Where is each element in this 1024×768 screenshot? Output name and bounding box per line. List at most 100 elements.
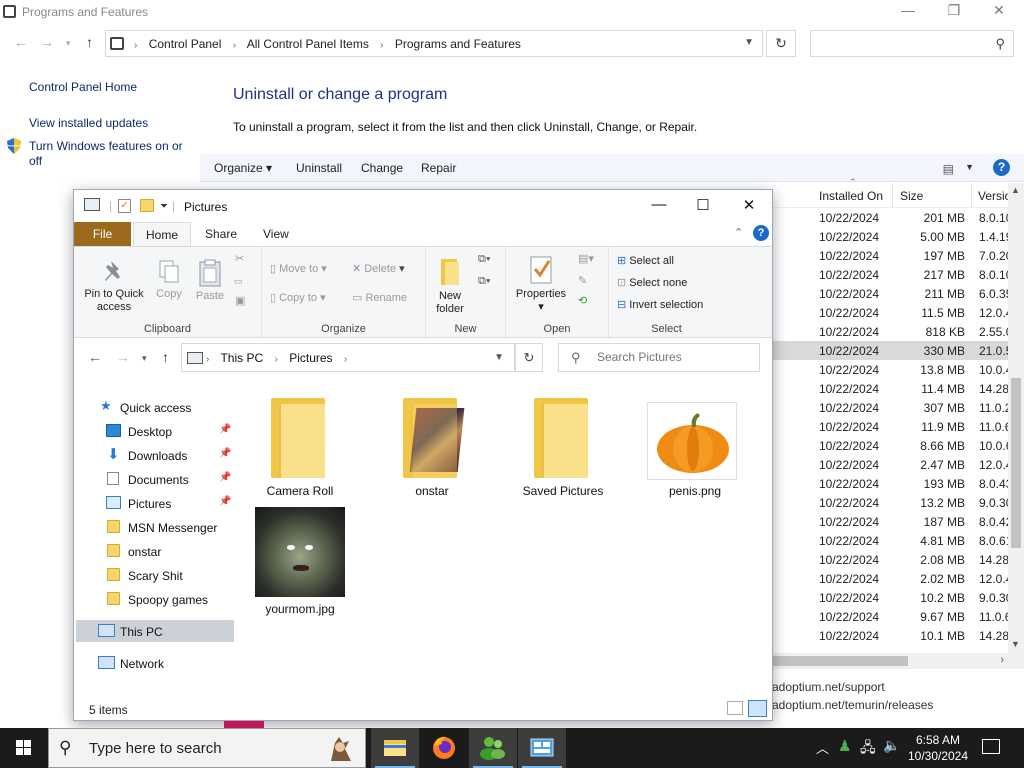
new-folder-quick-icon[interactable]	[140, 199, 154, 212]
column-installed-on[interactable]: Installed On	[819, 189, 883, 203]
breadcrumb-this-pc[interactable]: This PC	[220, 351, 263, 365]
scroll-thumb[interactable]	[772, 656, 908, 666]
copy-button[interactable]: Copy	[152, 259, 186, 301]
edit-icon[interactable]: ✎	[578, 275, 587, 288]
new-folder-button[interactable]: New folder	[430, 257, 470, 316]
table-row[interactable]: 10/22/2024 2.08 MB 14.28	[770, 550, 1010, 569]
table-row[interactable]: 10/22/2024 5.00 MB 1.4.19	[770, 227, 1010, 246]
table-row[interactable]: 10/22/2024 13.2 MB 9.0.30	[770, 493, 1010, 512]
organize-button[interactable]: Organize ▾	[214, 161, 272, 175]
scroll-up-icon[interactable]: ▲	[1011, 185, 1020, 195]
windows-features-link[interactable]: Turn Windows features on or off	[29, 139, 189, 169]
forward-arrow-icon[interactable]: →	[40, 34, 54, 50]
large-icons-view-icon[interactable]	[748, 700, 767, 717]
table-row[interactable]: 10/22/2024 330 MB 21.0.5	[770, 341, 1010, 360]
cut-icon[interactable]: ✂	[235, 253, 244, 266]
show-hidden-icons-icon[interactable]: ︿	[816, 738, 829, 768]
file-item[interactable]: penis.png	[635, 390, 755, 498]
paste-shortcut-icon[interactable]: ▣	[235, 295, 245, 308]
tab-file[interactable]: File	[74, 222, 131, 246]
file-item[interactable]: onstar	[372, 390, 492, 498]
table-row[interactable]: 10/22/2024 4.81 MB 8.0.61	[770, 531, 1010, 550]
pin-icon[interactable]: 📌	[219, 472, 231, 483]
file-explorer-taskbar-button[interactable]	[371, 728, 419, 768]
nav-quick-access[interactable]: ★ Quick access	[74, 396, 232, 418]
select-all-button[interactable]: ⊞ Select all	[617, 255, 674, 268]
control-panel-home-link[interactable]: Control Panel Home	[29, 80, 137, 94]
invert-selection-button[interactable]: ⊟ Invert selection	[617, 299, 703, 312]
address-bar[interactable]: › This PC › Pictures › ▼	[181, 343, 515, 372]
nav-this-pc[interactable]: This PC	[76, 620, 234, 642]
minimize-button[interactable]: —	[894, 2, 922, 22]
chevron-down-icon[interactable]: ▼	[494, 352, 504, 363]
new-item-icon[interactable]: ⧉▾	[478, 253, 490, 266]
paste-button[interactable]: Paste	[192, 259, 228, 303]
control-panel-taskbar-button[interactable]	[518, 728, 566, 768]
details-view-icon[interactable]	[727, 701, 743, 715]
column-size[interactable]: Size	[900, 189, 923, 203]
taskbar-search[interactable]: ⚲ Type here to search	[48, 728, 366, 768]
properties-quick-icon[interactable]: ✓	[118, 199, 131, 213]
pin-icon[interactable]: 📌	[219, 448, 231, 459]
select-none-button[interactable]: ⊡ Select none	[617, 277, 687, 290]
copy-to-button[interactable]: ▯ Copy to ▾	[270, 292, 326, 305]
table-row[interactable]: 10/22/2024 307 MB 11.0.2	[770, 398, 1010, 417]
change-button[interactable]: Change	[361, 161, 403, 175]
table-row[interactable]: 10/22/2024 211 MB 6.0.35	[770, 284, 1010, 303]
table-row[interactable]: 10/22/2024 193 MB 8.0.43	[770, 474, 1010, 493]
table-row[interactable]: 10/22/2024 187 MB 8.0.42	[770, 512, 1010, 531]
tab-share[interactable]: Share	[193, 222, 249, 246]
table-row[interactable]: 10/22/2024 10.2 MB 9.0.30	[770, 588, 1010, 607]
refresh-button[interactable]: ↻	[766, 30, 796, 57]
table-row[interactable]: 10/22/2024 201 MB 8.0.10	[770, 208, 1010, 227]
nav-pictures[interactable]: Pictures 📌	[74, 492, 232, 514]
notification-icon[interactable]	[982, 739, 1000, 754]
volume-icon[interactable]: 🔈	[883, 737, 900, 768]
network-icon[interactable]: 🖧	[860, 737, 876, 768]
history-icon[interactable]: ⟲	[578, 295, 587, 308]
view-options-icon[interactable]: ▤	[943, 162, 954, 176]
start-button[interactable]	[0, 728, 48, 768]
properties-button[interactable]: Properties ▾	[512, 255, 570, 314]
up-arrow-icon[interactable]: ↑	[86, 34, 93, 50]
maximize-button[interactable]: ❐	[940, 2, 968, 22]
table-row[interactable]: 10/22/2024 10.1 MB 14.28	[770, 626, 1010, 645]
help-icon[interactable]: ?	[993, 159, 1010, 176]
address-bar[interactable]: › Control Panel › All Control Panel Item…	[105, 30, 763, 57]
file-item[interactable]: Saved Pictures	[503, 390, 623, 498]
help-icon[interactable]: ?	[753, 225, 769, 241]
vertical-scrollbar[interactable]: ▲ ▼	[1008, 183, 1024, 653]
back-arrow-icon[interactable]: ←	[14, 34, 28, 50]
table-row[interactable]: 10/22/2024 11.4 MB 14.28	[770, 379, 1010, 398]
nav-scary-shit[interactable]: Scary Shit	[74, 564, 232, 586]
nav-onstar[interactable]: onstar	[74, 540, 232, 562]
table-row[interactable]: 10/22/2024 11.5 MB 12.0.4	[770, 303, 1010, 322]
pin-icon[interactable]: 📌	[219, 424, 231, 435]
recent-chevron-icon[interactable]: ▾	[66, 38, 71, 49]
table-row[interactable]: 10/22/2024 217 MB 8.0.10	[770, 265, 1010, 284]
maximize-button[interactable]: ☐	[688, 196, 718, 214]
table-row[interactable]: 10/22/2024 818 KB 2.55.0	[770, 322, 1010, 341]
scroll-thumb[interactable]	[1011, 378, 1021, 548]
refresh-button[interactable]: ↻	[515, 343, 543, 372]
nav-spoopy-games[interactable]: Spoopy games	[74, 588, 232, 610]
minimize-button[interactable]: —	[644, 196, 674, 213]
customize-quick-access-icon[interactable]: ⏷	[160, 201, 168, 212]
search-input[interactable]	[597, 350, 747, 364]
delete-button[interactable]: ✕ Delete ▾	[352, 263, 405, 276]
close-button[interactable]: ✕	[734, 196, 764, 214]
forward-arrow-icon[interactable]: →	[116, 349, 130, 365]
scroll-down-icon[interactable]: ▼	[1011, 639, 1020, 649]
nav-documents[interactable]: Documents 📌	[74, 468, 232, 490]
repair-button[interactable]: Repair	[421, 161, 456, 175]
update-link[interactable]: adoptium.net/temurin/releases	[772, 696, 933, 714]
recent-chevron-icon[interactable]: ▾	[142, 353, 147, 364]
table-row[interactable]: 10/22/2024 8.66 MB 10.0.6	[770, 436, 1010, 455]
firefox-taskbar-button[interactable]	[420, 728, 468, 768]
rename-button[interactable]: ▭ Rename	[352, 292, 407, 305]
view-installed-updates-link[interactable]: View installed updates	[29, 116, 148, 130]
search-input[interactable]: ⚲	[810, 30, 1014, 57]
tab-view[interactable]: View	[251, 222, 301, 246]
table-row[interactable]: 10/22/2024 197 MB 7.0.20	[770, 246, 1010, 265]
table-row[interactable]: 10/22/2024 13.8 MB 10.0.4	[770, 360, 1010, 379]
